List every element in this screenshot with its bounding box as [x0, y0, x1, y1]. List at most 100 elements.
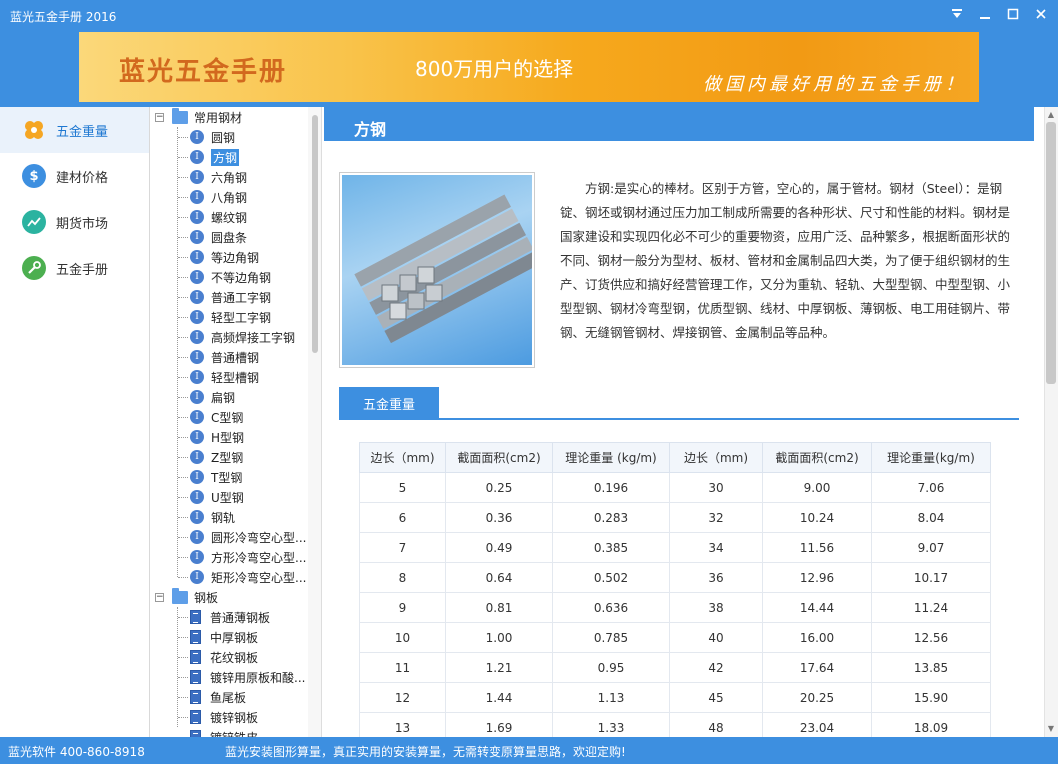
table-row: 12 1.44 1.13 45 20.25 15.90 [359, 682, 991, 713]
menu-arrow-icon [952, 9, 962, 18]
tree-item-label: 高频焊接工字钢 [211, 330, 296, 345]
tree-item[interactable]: I 钢轨 [190, 507, 235, 527]
info-icon: I [190, 210, 204, 224]
tree-item-label: Z型钢 [211, 450, 244, 465]
table-cell: 0.36 [445, 502, 553, 533]
maximize-button[interactable] [1002, 4, 1024, 24]
tree-item[interactable]: I 轻型槽钢 [190, 367, 259, 387]
tree-group-1[interactable]: − 常用钢材 [155, 107, 242, 127]
tree-item[interactable]: I 矩形冷弯空心型... [190, 567, 306, 587]
tree-item[interactable]: I 方钢 [190, 147, 240, 167]
info-icon: I [190, 190, 204, 204]
close-button[interactable] [1030, 4, 1052, 24]
table-cell: 0.64 [445, 562, 553, 593]
table-cell: 0.81 [445, 592, 553, 623]
tree-item-label: 不等边角钢 [211, 270, 272, 285]
tree-item[interactable]: I 圆形冷弯空心型... [190, 527, 306, 547]
column-header: 截面面积(cm2) [762, 442, 872, 473]
tree-item[interactable]: I 普通槽钢 [190, 347, 259, 367]
product-description: 方钢:是实心的棒材。区别于方管，空心的，属于管材。钢材（Steel）：是钢锭、钢… [560, 181, 1011, 340]
table-cell: 12 [359, 682, 446, 713]
collapse-toggle-icon[interactable]: − [155, 592, 164, 602]
minimize-icon [980, 17, 990, 19]
table-cell: 14.44 [762, 592, 872, 623]
tree-group-2[interactable]: − 钢板 [155, 587, 218, 607]
table-cell: 15.90 [871, 682, 991, 713]
tree-item[interactable]: 中厚钢板 [190, 627, 258, 647]
tree-item-label: 方形冷弯空心型... [211, 550, 307, 565]
status-contact: 蓝光软件 400-860-8918 [8, 745, 145, 759]
weight-table: 边长（mm) 截面面积(cm2) 理论重量 (kg/m) 边长（mm) 截面面积… [359, 442, 991, 737]
table-cell: 9.00 [762, 472, 872, 503]
tree-item[interactable]: 花纹钢板 [190, 647, 258, 667]
status-message[interactable]: 蓝光安装图形算量，真正实用的安装算量，无需转变原算量思路，欢迎定购! [225, 743, 626, 760]
column-header: 理论重量(kg/m) [871, 442, 991, 473]
tree-item[interactable]: 镀锌钢板 [190, 707, 258, 727]
table-cell: 17.64 [762, 652, 872, 683]
info-icon: I [190, 130, 204, 144]
table-cell: 1.21 [445, 652, 553, 683]
tree-item[interactable]: I 圆钢 [190, 127, 235, 147]
table-cell: 10 [359, 622, 446, 653]
tree-item[interactable]: 镀锌铁皮 [190, 727, 258, 737]
tree-item[interactable]: I Z型钢 [190, 447, 243, 467]
tree-item-label: 扁钢 [211, 390, 236, 405]
info-icon: I [190, 570, 204, 584]
tree-item[interactable]: I T型钢 [190, 467, 242, 487]
tab-hardware-weight[interactable]: 五金重量 [339, 387, 439, 419]
table-cell: 0.196 [552, 472, 670, 503]
table-row: 13 1.69 1.33 48 23.04 18.09 [359, 712, 991, 737]
document-icon [190, 730, 201, 737]
info-icon: I [190, 230, 204, 244]
tree-item[interactable]: I 圆盘条 [190, 227, 247, 247]
menu-dropdown-button[interactable] [946, 4, 968, 24]
info-icon: I [190, 430, 204, 444]
tree-item[interactable]: I 扁钢 [190, 387, 235, 407]
tree-item[interactable]: 鱼尾板 [190, 687, 246, 707]
tree-item[interactable]: I 八角钢 [190, 187, 247, 207]
tree-item-label: 镀锌钢板 [210, 710, 259, 725]
minimize-button[interactable] [974, 4, 996, 24]
table-cell: 36 [669, 562, 763, 593]
tree-item[interactable]: I 高频焊接工字钢 [190, 327, 295, 347]
tree-item[interactable]: I 六角钢 [190, 167, 247, 187]
info-icon: I [190, 250, 204, 264]
folder-icon [172, 107, 188, 124]
tree-item-label: 镀锌用原板和酸... [210, 670, 306, 685]
table-cell: 42 [669, 652, 763, 683]
banner-tagline: 做国内最好用的五金手册！ [703, 74, 967, 95]
document-icon [190, 610, 201, 624]
tree-item[interactable]: I U型钢 [190, 487, 244, 507]
table-cell: 1.00 [445, 622, 553, 653]
table-cell: 48 [669, 712, 763, 737]
tree-item[interactable]: 普通薄钢板 [190, 607, 270, 627]
tree-item[interactable]: I 方形冷弯空心型... [190, 547, 306, 567]
tree-item-label: 普通槽钢 [211, 350, 260, 365]
table-row: 7 0.49 0.385 34 11.56 9.07 [359, 532, 991, 563]
scroll-up-icon[interactable]: ▲ [1045, 109, 1057, 121]
tree-item-label: 中厚钢板 [210, 630, 259, 645]
info-icon: I [190, 550, 204, 564]
tree-item[interactable]: I 轻型工字钢 [190, 307, 271, 327]
info-icon: I [190, 410, 204, 424]
tree-item-label: T型钢 [211, 470, 243, 485]
tree-item[interactable]: I 螺纹钢 [190, 207, 247, 227]
tree-item[interactable]: I H型钢 [190, 427, 244, 447]
tree-item[interactable]: I 普通工字钢 [190, 287, 271, 307]
info-icon: I [190, 290, 204, 304]
table-cell: 30 [669, 472, 763, 503]
tree-item[interactable]: 镀锌用原板和酸... [190, 667, 305, 687]
tree-scrollbar-thumb[interactable] [312, 115, 318, 353]
table-cell: 16.00 [762, 622, 872, 653]
table-cell: 0.785 [552, 622, 670, 653]
info-icon: I [190, 330, 204, 344]
main-content: 方钢 方钢:是实心的棒材。区别于方管，空心的，属于管材。钢材（Steel）：是钢… [324, 107, 1044, 737]
tree-item[interactable]: I 不等边角钢 [190, 267, 271, 287]
tree-item[interactable]: I C型钢 [190, 407, 243, 427]
scroll-down-icon[interactable]: ▼ [1045, 723, 1057, 735]
main-scrollbar-thumb[interactable] [1046, 122, 1056, 384]
table-cell: 9 [359, 592, 446, 623]
tree-item[interactable]: I 等边角钢 [190, 247, 259, 267]
collapse-toggle-icon[interactable]: − [155, 112, 164, 122]
document-icon [190, 710, 201, 724]
